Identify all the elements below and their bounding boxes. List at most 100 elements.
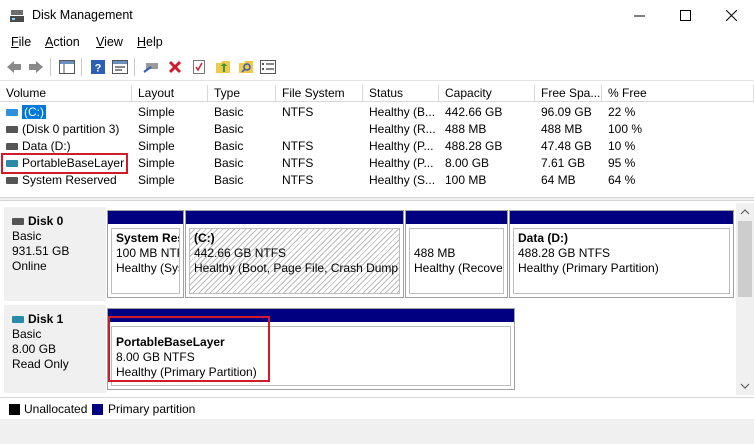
partition-name: Data (D:) <box>518 231 568 245</box>
partition-system-reserved[interactable]: System Res 100 MB NTF Healthy (Sys <box>107 210 184 298</box>
highlight-box <box>108 316 270 382</box>
volume-cell: (C:) <box>0 104 132 121</box>
menu-action[interactable]: Action <box>45 35 80 49</box>
partition-status: Healthy (Primary Partition) <box>518 261 659 275</box>
capacity-cell: 8.00 GB <box>445 156 490 170</box>
partition-recovery[interactable]: 488 MB Healthy (Recover <box>405 210 508 298</box>
fs-cell: NTFS <box>282 173 314 187</box>
help-icon: ? <box>91 60 105 75</box>
fs-cell: NTFS <box>282 139 314 153</box>
check-button[interactable] <box>190 58 208 76</box>
help-button[interactable]: ? <box>89 58 107 76</box>
disk-0-label[interactable]: Disk 0 Basic 931.51 GB Online <box>4 207 106 301</box>
column-header-layout[interactable]: Layout <box>132 85 208 102</box>
minimize-button[interactable] <box>616 0 662 31</box>
type-cell: Basic <box>214 105 244 119</box>
properties-button[interactable] <box>259 58 277 76</box>
pane-splitter[interactable] <box>0 197 754 201</box>
column-header-percent-free[interactable]: % Free <box>602 85 754 102</box>
pct-cell: 64 % <box>608 173 636 187</box>
partition-status: Healthy (Boot, Page File, Crash Dump, <box>194 261 400 275</box>
free-cell: 47.48 GB <box>541 139 592 153</box>
vertical-scrollbar[interactable] <box>736 203 754 395</box>
column-header-capacity[interactable]: Capacity <box>439 85 535 102</box>
fs-cell: NTFS <box>282 156 314 170</box>
partition-status: Healthy (Sys <box>116 261 180 275</box>
free-cell: 488 MB <box>541 122 583 136</box>
rescan-button[interactable] <box>237 58 255 76</box>
volume-cell: (Disk 0 partition 3) <box>0 121 132 138</box>
table-row[interactable]: (Disk 0 partition 3) Simple Basic Health… <box>0 121 754 138</box>
maximize-icon <box>679 10 691 21</box>
partition-c[interactable]: (C:) 442.66 GB NTFS Healthy (Boot, Page … <box>185 210 404 298</box>
check-icon <box>193 60 205 74</box>
console-tree-button[interactable] <box>58 58 76 76</box>
volume-cell: System Reserved <box>0 172 132 189</box>
forward-button[interactable] <box>27 58 45 76</box>
disk-0-title: Disk 0 <box>12 214 106 229</box>
highlight-box <box>1 153 128 174</box>
column-header-free-space[interactable]: Free Spa... <box>535 85 602 102</box>
drive-icon <box>6 177 18 185</box>
menu-bar: File Action View Help <box>0 31 754 53</box>
toolbar-separator <box>81 58 82 76</box>
column-header-type[interactable]: Type <box>208 85 276 102</box>
close-icon <box>725 10 737 21</box>
partition-name: (C:) <box>194 231 215 245</box>
status-bar <box>0 419 754 444</box>
volume-name: (C:) <box>22 105 46 119</box>
drive-icon <box>6 126 18 134</box>
menu-file[interactable]: File <box>11 35 31 49</box>
layout-cell: Simple <box>138 105 175 119</box>
pct-cell: 95 % <box>608 156 636 170</box>
partition-name: System Res <box>116 231 180 245</box>
volume-list: Volume Layout Type File System Status Ca… <box>0 85 754 195</box>
menu-help[interactable]: Help <box>137 35 163 49</box>
title-bar: Disk Management <box>0 0 754 31</box>
column-header-volume[interactable]: Volume <box>0 85 132 102</box>
close-button[interactable] <box>708 0 754 31</box>
status-cell: Healthy (P... <box>369 139 434 153</box>
toolbar: ? <box>0 53 754 81</box>
status-cell: Healthy (S... <box>369 173 436 187</box>
primary-partition-swatch <box>92 404 103 415</box>
legend-primary-partition: Primary partition <box>108 402 196 416</box>
capacity-cell: 488 MB <box>445 122 487 136</box>
pct-cell: 10 % <box>608 139 636 153</box>
menu-view[interactable]: View <box>96 35 123 49</box>
partition-data-d[interactable]: Data (D:) 488.28 GB NTFS Healthy (Primar… <box>509 210 734 298</box>
help-topics-button[interactable] <box>111 58 129 76</box>
disk-1-size: 8.00 GB <box>12 342 57 356</box>
connect-button[interactable] <box>142 58 160 76</box>
scroll-up-icon[interactable] <box>736 203 754 221</box>
fs-cell: NTFS <box>282 105 314 119</box>
refresh-icon <box>216 61 230 73</box>
column-header-file-system[interactable]: File System <box>276 85 363 102</box>
capacity-cell: 442.66 GB <box>445 105 503 119</box>
partition-bar <box>186 211 403 224</box>
delete-button[interactable] <box>166 58 184 76</box>
volume-name: System Reserved <box>22 173 117 187</box>
capacity-cell: 488.28 GB <box>445 139 503 153</box>
disk-icon <box>12 316 24 324</box>
free-cell: 64 MB <box>541 173 576 187</box>
volume-name: (Disk 0 partition 3) <box>22 122 120 136</box>
refresh-button[interactable] <box>214 58 232 76</box>
toolbar-separator <box>134 58 135 76</box>
type-cell: Basic <box>214 156 244 170</box>
scroll-down-icon[interactable] <box>736 377 754 395</box>
table-row[interactable]: System Reserved Simple Basic NTFS Health… <box>0 172 754 189</box>
disk-1-label[interactable]: Disk 1 Basic 8.00 GB Read Only <box>4 305 106 393</box>
back-button[interactable] <box>5 58 23 76</box>
forward-icon <box>29 61 43 73</box>
maximize-button[interactable] <box>662 0 708 31</box>
partition-size: 100 MB NTF <box>116 246 180 260</box>
delete-icon <box>168 60 182 74</box>
pct-cell: 22 % <box>608 105 636 119</box>
column-header-status[interactable]: Status <box>363 85 439 102</box>
partition-bar <box>510 211 733 224</box>
partition-status: Healthy (Recover <box>414 261 504 275</box>
scroll-thumb[interactable] <box>738 221 752 297</box>
table-row[interactable]: (C:) Simple Basic NTFS Healthy (B... 442… <box>0 104 754 121</box>
partition-size: 488.28 GB NTFS <box>518 246 611 260</box>
